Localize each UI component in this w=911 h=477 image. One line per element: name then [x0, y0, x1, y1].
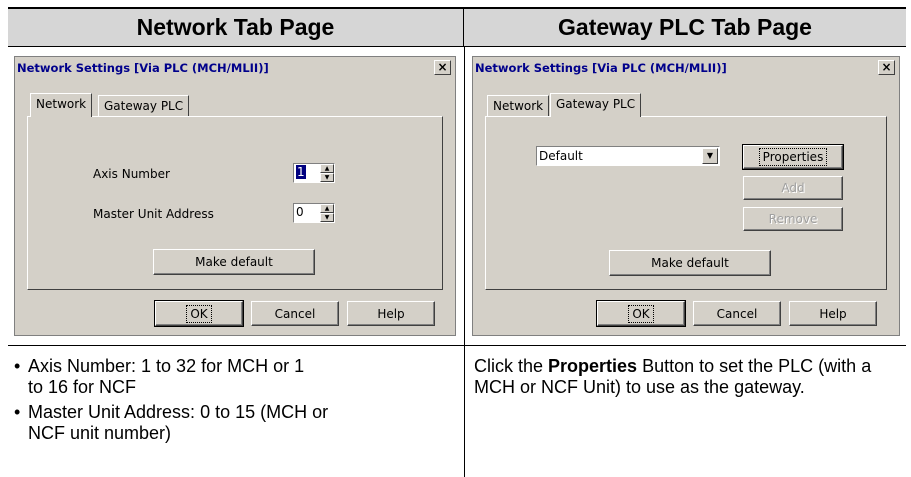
spin-up-icon[interactable]: ▲	[320, 164, 334, 173]
chevron-down-icon[interactable]: ▼	[702, 148, 718, 164]
remove-button[interactable]: Remove	[743, 207, 843, 231]
make-default-label: Make default	[651, 256, 729, 270]
left-notes: • Axis Number: 1 to 32 for MCH or 1 to 16…	[14, 356, 454, 444]
list-item: • Master Unit Address: 0 to 15 (MCH or NC…	[14, 402, 368, 444]
master-unit-address-label: Master Unit Address	[93, 207, 214, 221]
add-button[interactable]: Add	[743, 176, 843, 200]
tab-gateway-plc[interactable]: Gateway PLC	[550, 93, 642, 117]
cancel-label: Cancel	[716, 306, 758, 321]
list-item: • Axis Number: 1 to 32 for MCH or 1 to 16…	[14, 356, 314, 398]
add-label: Add	[781, 181, 805, 195]
spin-up-icon[interactable]: ▲	[320, 204, 334, 213]
axis-number-label: Axis Number	[93, 167, 170, 181]
ok-button[interactable]: OK	[154, 300, 244, 327]
bullet-icon: •	[14, 402, 21, 422]
master-unit-address-spinner[interactable]: 0 ▲ ▼	[293, 203, 335, 223]
properties-button[interactable]: Properties	[742, 144, 844, 170]
help-label: Help	[819, 306, 847, 321]
network-settings-dialog-right: Network Settings [Via PLC (MCH/MLII)] × …	[472, 56, 900, 336]
row-divider	[8, 345, 906, 346]
axis-number-spinner[interactable]: 1 ▲ ▼	[293, 163, 335, 183]
make-default-label: Make default	[195, 255, 273, 269]
make-default-button[interactable]: Make default	[609, 250, 771, 276]
help-label: Help	[377, 306, 405, 321]
axis-number-value[interactable]: 1	[296, 165, 306, 179]
master-unit-address-value[interactable]: 0	[296, 205, 304, 219]
make-default-button[interactable]: Make default	[153, 249, 315, 275]
tab-network[interactable]: Network	[30, 93, 93, 117]
column-divider	[464, 47, 465, 477]
note-text-bold: Properties	[548, 356, 638, 376]
ok-label: OK	[186, 304, 212, 323]
spin-down-icon[interactable]: ▼	[320, 173, 334, 182]
dialog-title: Network Settings [Via PLC (MCH/MLII)]	[475, 59, 897, 77]
close-icon[interactable]: ×	[434, 60, 451, 75]
cancel-button[interactable]: Cancel	[251, 301, 339, 326]
ok-button[interactable]: OK	[596, 300, 686, 327]
bullet-icon: •	[14, 356, 21, 376]
header-right-label: Gateway PLC Tab Page	[558, 14, 812, 40]
right-note: Click the Properties Button to set the P…	[474, 356, 904, 398]
network-settings-dialog-left: Network Settings [Via PLC (MCH/MLII)] × …	[14, 56, 456, 336]
dialog-title: Network Settings [Via PLC (MCH/MLII)]	[17, 59, 453, 77]
help-button[interactable]: Help	[347, 301, 435, 326]
tab-network[interactable]: Network	[487, 95, 550, 117]
spin-down-icon[interactable]: ▼	[320, 213, 334, 222]
axis-number-note: Axis Number: 1 to 32 for MCH or 1 to 16 …	[28, 356, 305, 397]
master-unit-address-note: Master Unit Address: 0 to 15 (MCH or NCF…	[28, 402, 329, 443]
header-network-tab-page: Network Tab Page	[8, 7, 464, 47]
gateway-plc-combo[interactable]: Default ▼	[536, 146, 720, 166]
close-icon[interactable]: ×	[878, 60, 895, 75]
header-left-label: Network Tab Page	[136, 14, 335, 40]
cancel-label: Cancel	[274, 306, 316, 321]
properties-label: Properties	[758, 148, 828, 166]
ok-label: OK	[628, 304, 654, 323]
note-text-pre: Click the	[474, 356, 549, 376]
help-button[interactable]: Help	[789, 301, 877, 326]
tab-gateway-plc[interactable]: Gateway PLC	[98, 95, 190, 117]
remove-label: Remove	[768, 212, 818, 226]
header-gateway-tab-page: Gateway PLC Tab Page	[464, 7, 906, 47]
gateway-plc-combo-value: Default	[539, 149, 583, 163]
cancel-button[interactable]: Cancel	[693, 301, 781, 326]
